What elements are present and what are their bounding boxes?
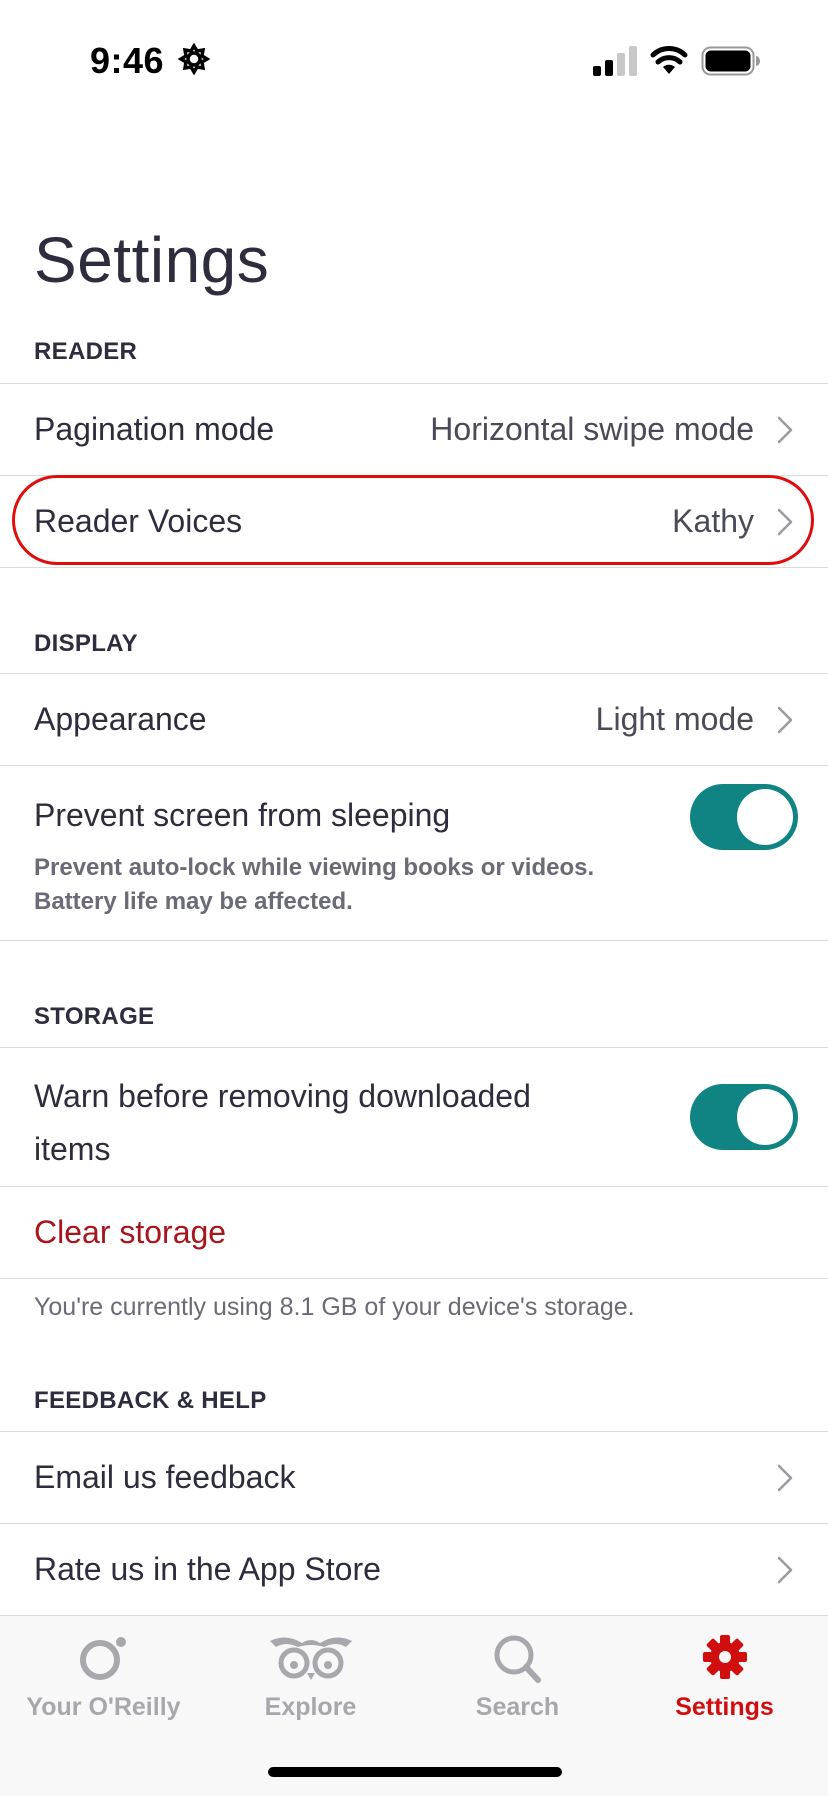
email-feedback-label: Email us feedback xyxy=(34,1459,296,1495)
tab-explore[interactable]: Explore xyxy=(207,1616,414,1746)
tab-label: Explore xyxy=(264,1693,357,1721)
oreilly-logo-icon xyxy=(79,1637,126,1680)
toggle-knob xyxy=(737,789,793,845)
tab-your-oreilly[interactable]: Your O'Reilly xyxy=(0,1616,207,1746)
chevron-right-icon xyxy=(777,1464,793,1492)
tab-bar: Your O'Reilly Explore Search Settings xyxy=(0,1615,828,1796)
tab-label: Settings xyxy=(675,1693,774,1721)
warn-before-removing-toggle[interactable] xyxy=(690,1084,798,1150)
cellular-signal-icon xyxy=(593,46,637,76)
prevent-sleep-label: Prevent screen from sleeping xyxy=(34,797,451,833)
owl-icon xyxy=(269,1637,352,1680)
warn-before-removing-label: Warn before removing downloaded items xyxy=(34,1078,531,1167)
storage-usage-note: You're currently using 8.1 GB of your de… xyxy=(34,1293,635,1321)
status-bar: 9:46 xyxy=(0,0,828,120)
warn-before-removing-row: Warn before removing downloaded items xyxy=(0,1048,828,1185)
divider xyxy=(0,940,828,941)
tab-label: Your O'Reilly xyxy=(26,1693,181,1721)
search-icon xyxy=(494,1635,541,1683)
chevron-right-icon xyxy=(777,416,793,444)
home-indicator[interactable] xyxy=(268,1767,562,1777)
tab-label: Search xyxy=(475,1693,560,1721)
highlight-annotation xyxy=(12,475,814,565)
section-header-reader: READER xyxy=(34,338,138,365)
status-time: 9:46 xyxy=(90,40,165,81)
rate-app-label: Rate us in the App Store xyxy=(34,1551,381,1587)
section-header-feedback: FEEDBACK & HELP xyxy=(34,1387,267,1414)
appearance-value: Light mode xyxy=(595,701,754,737)
battery-icon xyxy=(701,46,760,76)
chevron-right-icon xyxy=(777,1556,793,1584)
prevent-sleep-toggle[interactable] xyxy=(690,784,798,850)
page-title: Settings xyxy=(34,224,270,296)
prevent-sleep-description: Prevent auto-lock while viewing books or… xyxy=(34,854,595,915)
section-header-display: DISPLAY xyxy=(34,630,138,657)
divider xyxy=(0,567,828,568)
focus-mode-icon xyxy=(178,43,210,75)
rate-app-row[interactable]: Rate us in the App Store xyxy=(0,1524,828,1615)
appearance-row[interactable]: Appearance Light mode xyxy=(0,674,828,765)
appearance-label: Appearance xyxy=(34,701,207,737)
clear-storage-button[interactable]: Clear storage xyxy=(34,1214,226,1251)
tab-search[interactable]: Search xyxy=(414,1616,621,1746)
clear-storage-row[interactable]: Clear storage xyxy=(0,1187,828,1278)
pagination-mode-row[interactable]: Pagination mode Horizontal swipe mode xyxy=(0,384,828,475)
toggle-knob xyxy=(737,1089,793,1145)
pagination-mode-label: Pagination mode xyxy=(34,411,275,447)
email-feedback-row[interactable]: Email us feedback xyxy=(0,1432,828,1523)
prevent-sleep-row: Prevent screen from sleeping Prevent aut… xyxy=(0,766,828,940)
pagination-mode-value: Horizontal swipe mode xyxy=(430,411,754,447)
tab-settings[interactable]: Settings xyxy=(621,1616,828,1746)
wifi-icon xyxy=(650,46,688,74)
section-header-storage: STORAGE xyxy=(34,1003,155,1030)
divider xyxy=(0,1278,828,1279)
chevron-right-icon xyxy=(777,706,793,734)
gear-icon xyxy=(702,1635,747,1679)
